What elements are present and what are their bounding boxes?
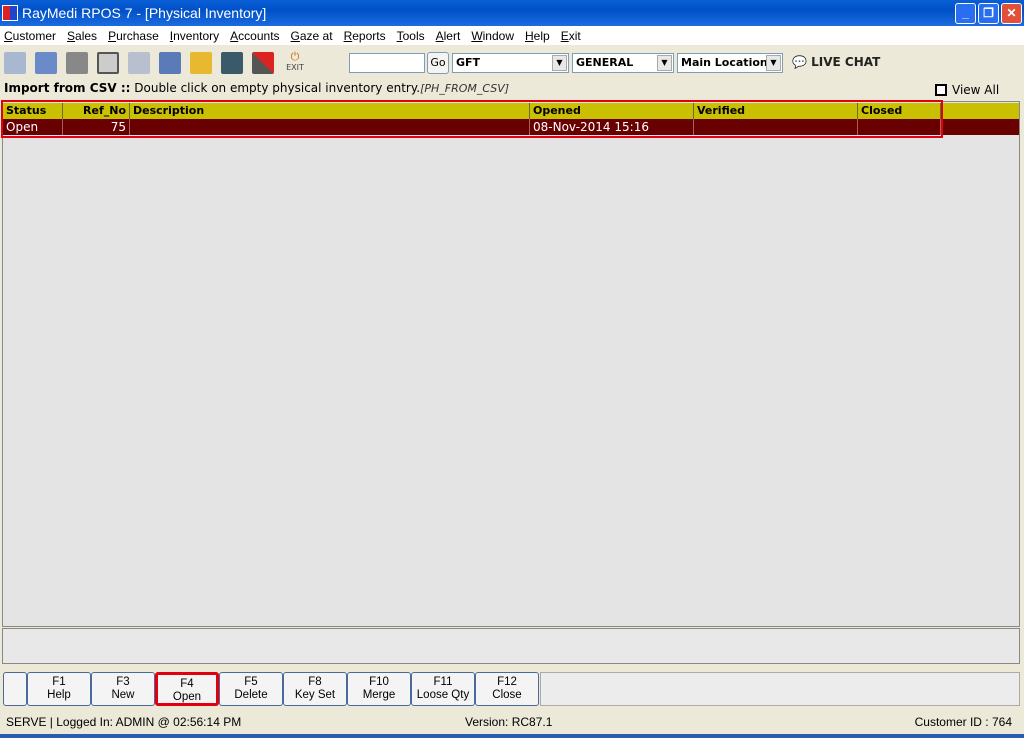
menu-window[interactable]: Window	[471, 29, 514, 43]
menu-help[interactable]: Help	[525, 29, 550, 43]
restore-button[interactable]: ❐	[978, 3, 999, 24]
menu-accounts[interactable]: Accounts	[230, 29, 279, 43]
exit-button[interactable]: ⏻ EXIT	[283, 51, 307, 73]
live-chat-button[interactable]: 💬 LIVE CHAT	[792, 55, 880, 69]
title-bar: RayMedi RPOS 7 - [Physical Inventory] _ …	[0, 0, 1024, 26]
view-all-checkbox[interactable]: View All	[935, 83, 999, 97]
menu-reports[interactable]: Reports	[344, 29, 386, 43]
document-icon[interactable]	[128, 51, 150, 74]
minimize-button[interactable]: _	[955, 3, 976, 24]
menu-tools[interactable]: Tools	[397, 29, 425, 43]
location-value: Main Location	[681, 56, 768, 69]
label: Delete	[234, 689, 268, 701]
label: Key Set	[294, 689, 336, 701]
status-customer-id: Customer ID : 764	[914, 715, 1012, 729]
menu-gaze-at[interactable]: Gaze at	[291, 29, 333, 43]
f12-close-button[interactable]: F12 Close	[475, 672, 539, 706]
header-filler	[941, 103, 1019, 119]
checkbox-icon[interactable]	[935, 84, 947, 96]
purchase-cart-icon[interactable]	[159, 51, 181, 74]
company-combo[interactable]: GFT ▼	[452, 53, 569, 73]
chevron-down-icon[interactable]: ▼	[657, 55, 672, 71]
detail-panel	[2, 628, 1020, 664]
function-bar-filler	[540, 672, 1020, 706]
menu-bar: Customer Sales Purchase Inventory Accoun…	[0, 26, 1024, 45]
location-combo[interactable]: Main Location ▼	[677, 53, 783, 73]
f3-new-button[interactable]: F3 New	[91, 672, 155, 706]
category-value: GENERAL	[576, 56, 634, 69]
sales-cart-icon[interactable]	[35, 51, 57, 74]
info-code: [PH_FROM_CSV]	[420, 82, 510, 95]
key: F5	[244, 676, 258, 688]
menu-purchase[interactable]: Purchase	[108, 29, 159, 43]
live-chat-label: LIVE CHAT	[811, 55, 881, 69]
info-text: Double click on empty physical inventory…	[130, 81, 421, 95]
menu-inventory[interactable]: Inventory	[170, 29, 219, 43]
label: Help	[47, 689, 71, 701]
printer-icon[interactable]	[66, 51, 88, 74]
label: Open	[172, 691, 202, 703]
close-button[interactable]: ✕	[1001, 3, 1022, 24]
blank-button[interactable]	[3, 672, 27, 706]
menu-sales[interactable]: Sales	[67, 29, 97, 43]
f11-loose-qty-button[interactable]: F11 Loose Qty	[411, 672, 475, 706]
function-key-bar: F1 Help F3 New F4 Open F5 Delete F8 Key Set F…	[3, 672, 539, 706]
users-icon[interactable]	[221, 51, 243, 74]
key: F3	[116, 676, 130, 688]
f5-delete-button[interactable]: F5 Delete	[219, 672, 283, 706]
status-version: Version: RC87.1	[465, 715, 553, 729]
key: F1	[52, 676, 66, 688]
status-bar: SERVE | Logged In: ADMIN @ 02:56:14 PM V…	[0, 712, 1024, 732]
view-all-label: View All	[952, 83, 1000, 97]
chevron-down-icon[interactable]: ▼	[552, 55, 567, 71]
row-filler	[941, 119, 1019, 135]
go-button[interactable]: Go	[427, 52, 449, 74]
label: New	[111, 689, 135, 701]
window-title: RayMedi RPOS 7 - [Physical Inventory]	[22, 5, 267, 21]
status-login: SERVE | Logged In: ADMIN @ 02:56:14 PM	[6, 715, 242, 729]
app-icon	[2, 5, 18, 21]
chart-icon[interactable]	[252, 51, 274, 74]
info-line: Import from CSV :: Double click on empty…	[4, 81, 509, 95]
highlight-box	[1, 100, 943, 138]
exit-label: EXIT	[286, 63, 304, 72]
menu-customer[interactable]: Customer	[4, 29, 56, 43]
f4-open-button[interactable]: F4 Open	[155, 672, 219, 706]
key: F12	[497, 676, 517, 688]
f10-merge-button[interactable]: F10 Merge	[347, 672, 411, 706]
category-combo[interactable]: GENERAL ▼	[572, 53, 674, 73]
menu-alert[interactable]: Alert	[436, 29, 461, 43]
search-input[interactable]	[349, 53, 425, 73]
window-border	[0, 734, 1024, 738]
key: F10	[369, 676, 389, 688]
info-title: Import from CSV ::	[4, 81, 131, 95]
barcode-icon[interactable]	[97, 51, 119, 74]
key: F4	[180, 678, 194, 690]
folder-icon[interactable]	[190, 51, 212, 74]
label: Loose Qty	[416, 689, 470, 701]
menu-exit[interactable]: Exit	[561, 29, 581, 43]
label: Merge	[362, 689, 396, 701]
f1-help-button[interactable]: F1 Help	[27, 672, 91, 706]
key: F8	[308, 676, 322, 688]
chat-bubble-icon: 💬	[792, 55, 807, 69]
inventory-grid: Status Ref_No Description Opened Verifie…	[2, 101, 1020, 627]
company-value: GFT	[456, 56, 481, 69]
f8-key-set-button[interactable]: F8 Key Set	[283, 672, 347, 706]
label: Close	[492, 689, 522, 701]
receipt-icon[interactable]	[4, 51, 26, 74]
chevron-down-icon[interactable]: ▼	[766, 55, 781, 71]
key: F11	[433, 676, 453, 688]
